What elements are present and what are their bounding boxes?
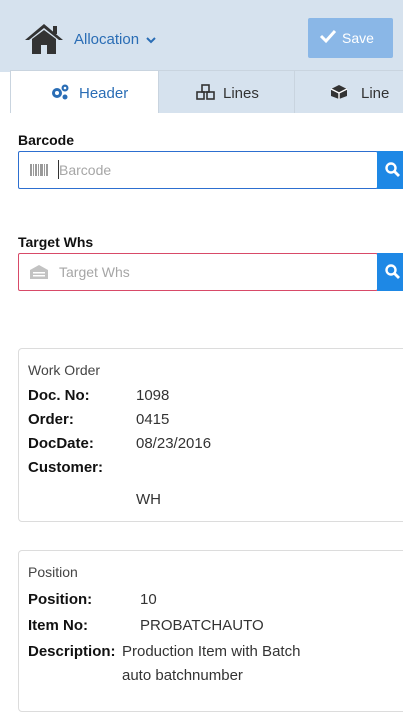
- tab-line-label: Line: [361, 85, 390, 102]
- barcode-icon: [30, 164, 48, 176]
- home-icon[interactable]: [24, 22, 64, 56]
- item-no-value: PROBATCHAUTO: [140, 617, 264, 634]
- search-icon: [385, 264, 400, 279]
- description-label: Description:: [28, 643, 116, 660]
- checkmark-icon: [319, 29, 337, 44]
- position-label: Position:: [28, 591, 93, 608]
- cubes-icon: [196, 84, 215, 100]
- allocation-menu[interactable]: Allocation: [74, 31, 156, 48]
- barcode-label: Barcode: [18, 132, 75, 148]
- docdate-value: 08/23/2016: [136, 435, 212, 452]
- tab-lines-label: Lines: [223, 85, 259, 102]
- order-value: 0415: [136, 411, 170, 428]
- doc-no-value: 1098: [136, 387, 170, 404]
- target-whs-label: Target Whs: [18, 234, 94, 250]
- barcode-input[interactable]: Barcode: [18, 151, 378, 189]
- cube-icon: [330, 85, 348, 99]
- customer-label: Customer:: [28, 459, 104, 476]
- allocation-menu-label: Allocation: [74, 31, 140, 48]
- order-label: Order:: [28, 411, 74, 428]
- tab-line[interactable]: Line: [294, 70, 403, 113]
- item-no-label: Item No:: [28, 617, 88, 634]
- docdate-label: DocDate:: [28, 435, 94, 452]
- customer-value: WH: [136, 491, 161, 508]
- cogs-icon: [52, 84, 69, 100]
- top-bar: Allocation Save: [0, 0, 403, 72]
- warehouse-icon: [30, 265, 48, 279]
- doc-no-label: Doc. No:: [28, 387, 90, 404]
- tab-header[interactable]: Header: [10, 70, 160, 113]
- search-icon: [385, 162, 400, 177]
- description-line-1: Production Item with Batch: [122, 643, 301, 660]
- tab-lines[interactable]: Lines: [158, 70, 296, 113]
- chevron-down-icon: [146, 37, 156, 44]
- position-card: Position Position: 10 Item No: PROBATCHA…: [18, 550, 403, 712]
- save-button-label: Save: [342, 30, 374, 46]
- position-value: 10: [140, 591, 157, 608]
- target-whs-placeholder: Target Whs: [59, 264, 130, 280]
- barcode-search-button[interactable]: [377, 151, 403, 189]
- barcode-placeholder: Barcode: [59, 162, 112, 178]
- target-whs-search-button[interactable]: [377, 253, 403, 291]
- save-button[interactable]: Save: [308, 18, 393, 58]
- tab-header-label: Header: [79, 85, 129, 102]
- work-order-title: Work Order: [28, 362, 101, 378]
- description-line-2: auto batchnumber: [122, 667, 243, 684]
- position-title: Position: [28, 564, 78, 580]
- target-whs-input[interactable]: Target Whs: [18, 253, 378, 291]
- work-order-card: Work Order Doc. No: 1098 Order: 0415 Doc…: [18, 348, 403, 522]
